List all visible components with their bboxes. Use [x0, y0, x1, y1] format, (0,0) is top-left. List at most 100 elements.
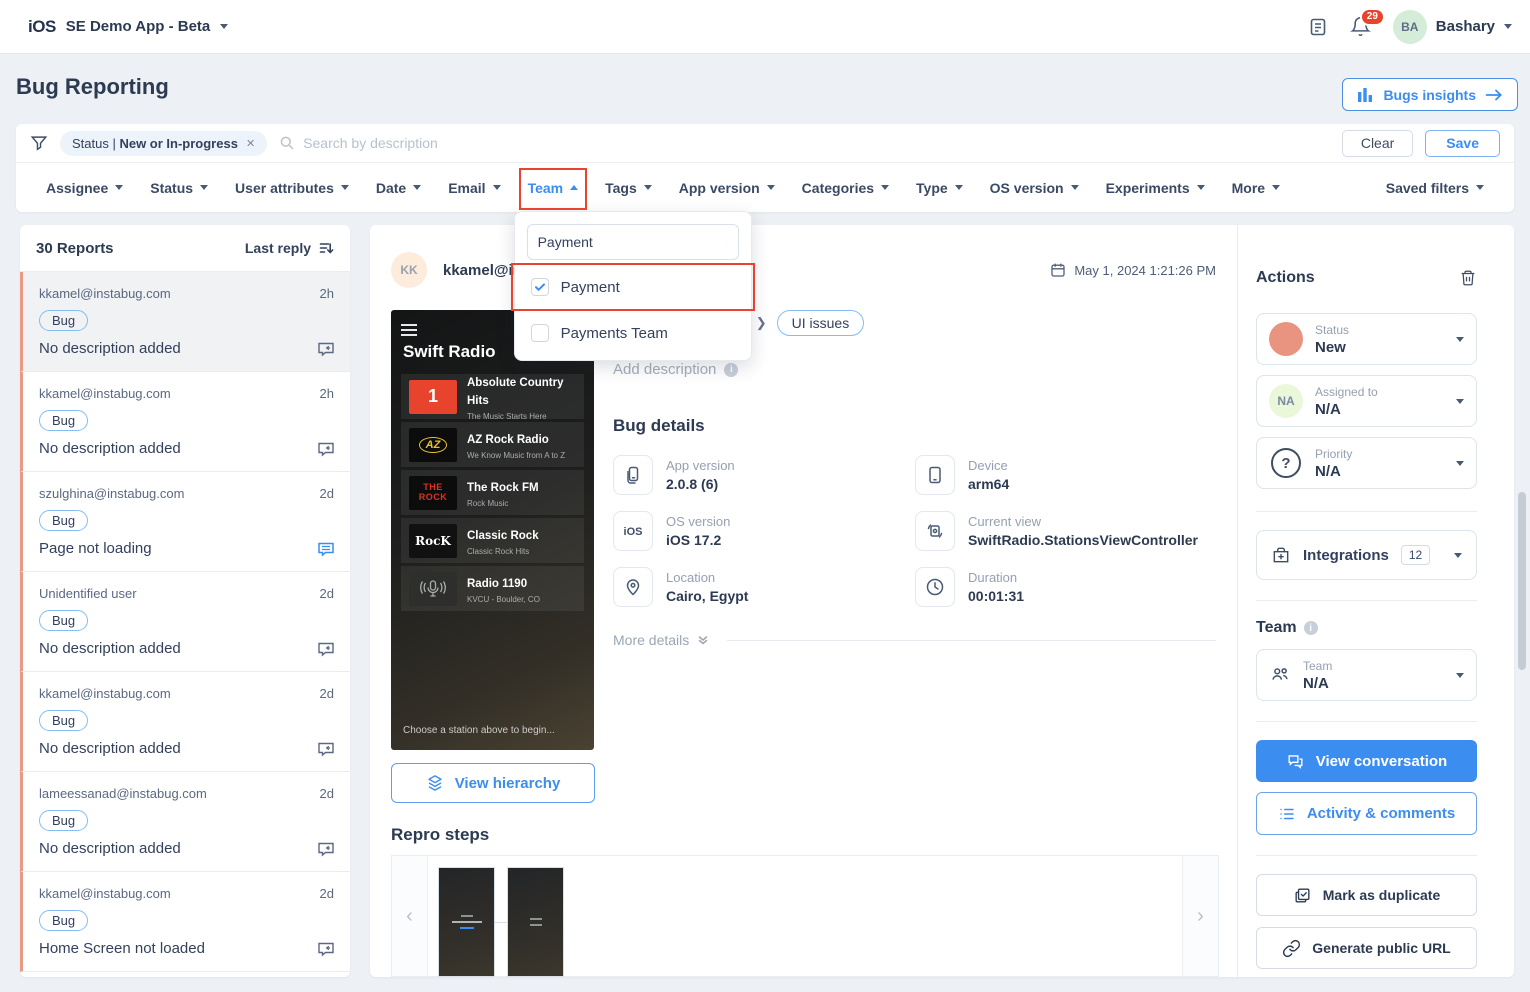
divider [1256, 511, 1477, 512]
report-list-item[interactable]: lameessanad@instabug.com2d Bug No descri… [20, 772, 350, 872]
assignee-selector[interactable]: NA Assigned toN/A [1256, 375, 1477, 427]
scrollbar[interactable] [1518, 492, 1526, 670]
more-details-toggle[interactable]: More details [613, 632, 1216, 648]
add-description[interactable]: Add description i [613, 361, 1216, 378]
filter-os-version[interactable]: OS version [990, 163, 1079, 212]
ios-icon: iOS [613, 511, 653, 551]
station-row: AZ AZ Rock RadioWe Know Music from A to … [401, 422, 584, 467]
view-conversation-button[interactable]: View conversation [1256, 740, 1477, 782]
report-time: 2d [320, 486, 334, 501]
trash-icon[interactable] [1459, 269, 1477, 287]
activity-comments-button[interactable]: Activity & comments [1256, 792, 1477, 835]
checkbox-unchecked-icon[interactable] [531, 324, 549, 342]
report-email: lameessanad@instabug.com [39, 786, 207, 801]
report-email: kkamel@instabug.com [39, 386, 171, 401]
station-row: THE ROCK The Rock FMRock Music [401, 470, 584, 515]
release-notes-icon[interactable] [1308, 17, 1328, 37]
search-input[interactable] [303, 135, 1330, 151]
sort-by-last-reply[interactable]: Last reply [245, 240, 334, 256]
bug-tag: Bug [39, 510, 88, 531]
station-logo: AZ [409, 428, 457, 462]
reply-icon [316, 739, 336, 759]
clear-button[interactable]: Clear [1342, 130, 1413, 157]
report-description: No description added [39, 740, 334, 757]
repro-step-thumbnail[interactable] [507, 867, 564, 977]
report-list-item[interactable]: kkamel@instabug.com2h Bug No description… [20, 272, 350, 372]
detail-app-version: App version2.0.8 (6) [613, 453, 915, 497]
question-mark-icon: ? [1271, 448, 1301, 478]
carousel-prev-button[interactable]: ‹ [392, 856, 428, 976]
team-value: N/A [1303, 675, 1332, 692]
report-email: kkamel@instabug.com [39, 286, 171, 301]
status-selector[interactable]: StatusNew [1256, 313, 1477, 365]
app-switcher-label[interactable]: SE Demo App - Beta [66, 18, 210, 35]
checkbox-checked-icon[interactable] [531, 278, 549, 296]
view-hierarchy-button[interactable]: View hierarchy [391, 763, 595, 803]
team-people-icon [1269, 664, 1291, 686]
notifications-bell-icon[interactable]: 29 [1350, 16, 1371, 37]
dropdown-search-input[interactable] [538, 234, 719, 250]
integrations-count-badge: 12 [1401, 545, 1430, 565]
mark-duplicate-button[interactable]: Mark as duplicate [1256, 874, 1477, 916]
filter-experiments[interactable]: Experiments [1106, 163, 1205, 212]
filter-user-attributes[interactable]: User attributes [235, 163, 349, 212]
filter-type[interactable]: Type [916, 163, 963, 212]
filter-tags[interactable]: Tags [605, 163, 652, 212]
chevron-down-icon [1197, 185, 1205, 190]
report-email: kkamel@instabug.com [39, 886, 171, 901]
carousel-next-button[interactable]: › [1182, 856, 1218, 976]
dropdown-option-payments-team[interactable]: Payments Team [515, 310, 751, 356]
reply-icon [316, 639, 336, 659]
bug-screenshot[interactable]: Swift Radio 1 Absolute Country HitsThe M… [391, 310, 594, 750]
arrow-right-icon [1485, 88, 1503, 102]
report-list-item[interactable]: kkamel@instabug.com2h Bug No description… [20, 372, 350, 472]
active-filter-chip[interactable]: Status | New or In-progress ✕ [60, 131, 267, 156]
report-date: May 1, 2024 1:21:26 PM [1050, 262, 1216, 278]
reporter-avatar: KK [391, 252, 427, 288]
save-button[interactable]: Save [1425, 130, 1500, 157]
report-time: 2d [320, 586, 334, 601]
filter-app-version[interactable]: App version [679, 163, 775, 212]
detail-device: Devicearm64 [915, 453, 1216, 497]
filter-team[interactable]: Team Payment Payments Team [528, 163, 579, 212]
generate-public-url-button[interactable]: Generate public URL [1256, 927, 1477, 969]
filter-more[interactable]: More [1232, 163, 1280, 212]
report-list-item[interactable]: kkamel@instabug.com2d Bug No description… [20, 672, 350, 772]
avatar: BA [1393, 10, 1427, 44]
notification-count-badge: 29 [1360, 8, 1385, 26]
filter-email[interactable]: Email [448, 163, 500, 212]
remove-filter-icon[interactable]: ✕ [246, 137, 255, 150]
location-pin-icon [613, 567, 653, 607]
chevron-down-icon[interactable] [220, 24, 228, 29]
integrations-selector[interactable]: Integrations 12 [1256, 530, 1477, 580]
station-logo: THE ROCK [409, 476, 457, 510]
filters-row: Assignee Status User attributes Date Ema… [16, 163, 1514, 212]
chevron-down-icon [881, 185, 889, 190]
user-menu[interactable]: BA Bashary [1393, 10, 1512, 44]
team-section-title: Team [1256, 619, 1297, 637]
bug-tag: Bug [39, 910, 88, 931]
chevron-down-icon [1071, 185, 1079, 190]
report-list-item[interactable]: Unidentified user2d Bug No description a… [20, 572, 350, 672]
filter-date[interactable]: Date [376, 163, 421, 212]
category-pill[interactable]: UI issues [777, 310, 865, 336]
search-icon [279, 135, 295, 151]
clock-icon [915, 567, 955, 607]
dropdown-search[interactable] [527, 224, 739, 260]
report-list-item[interactable]: szulghina@instabug.com2d Bug Page not lo… [20, 472, 350, 572]
filter-assignee[interactable]: Assignee [46, 163, 123, 212]
team-selector[interactable]: TeamN/A [1256, 649, 1477, 701]
report-list-item[interactable]: kkamel@instabug.com2d Bug Home Screen no… [20, 872, 350, 972]
saved-filters[interactable]: Saved filters [1386, 163, 1484, 212]
chevron-down-icon [955, 185, 963, 190]
report-time: 2h [320, 286, 334, 301]
repro-step-thumbnail[interactable] [438, 867, 495, 977]
priority-selector[interactable]: ? PriorityN/A [1256, 437, 1477, 489]
bugs-insights-button[interactable]: Bugs insights [1342, 78, 1518, 111]
status-color-dot [1269, 322, 1303, 356]
chevron-down-icon [1504, 24, 1512, 29]
filter-categories[interactable]: Categories [802, 163, 889, 212]
filter-status[interactable]: Status [150, 163, 208, 212]
info-icon: i [724, 363, 738, 377]
dropdown-option-payment[interactable]: Payment [515, 264, 751, 310]
